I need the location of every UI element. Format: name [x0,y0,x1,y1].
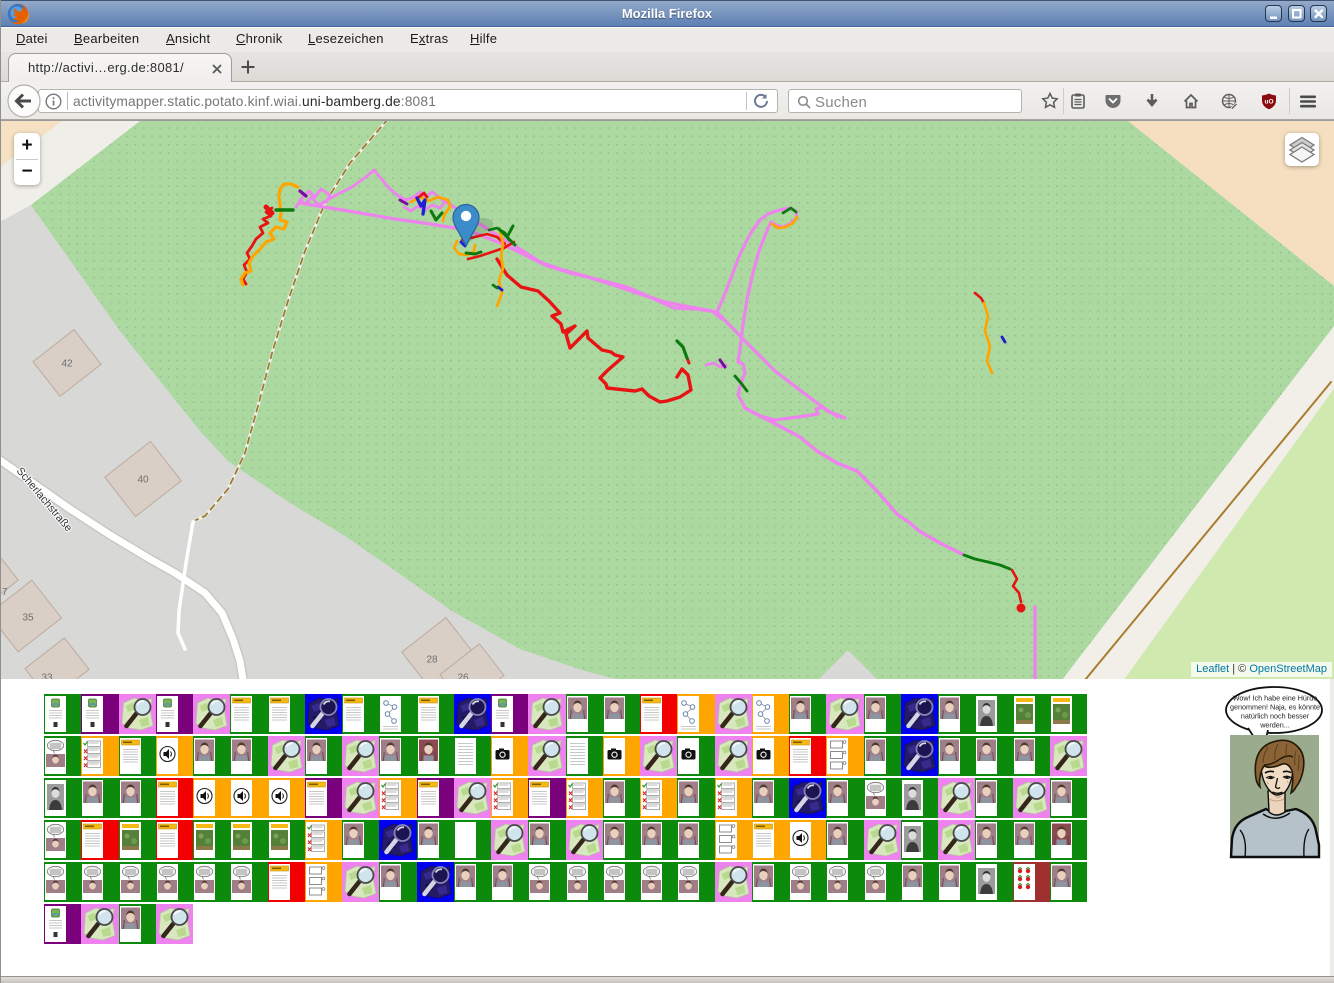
svg-text:genommen! Naja, es könnte: genommen! Naja, es könnte [1230,703,1320,712]
svg-text:Wow! Ich habe eine Hürde: Wow! Ich habe eine Hürde [1233,694,1318,703]
svg-text:42: 42 [61,359,73,370]
svg-text:40: 40 [137,475,149,486]
svg-text:natürlich noch besser: natürlich noch besser [1241,712,1310,721]
svg-text:7: 7 [2,587,8,598]
svg-text:28: 28 [426,655,438,666]
svg-text:35: 35 [22,613,34,624]
svg-text:uO: uO [1264,99,1273,106]
svg-text:werden...: werden... [1259,721,1290,730]
